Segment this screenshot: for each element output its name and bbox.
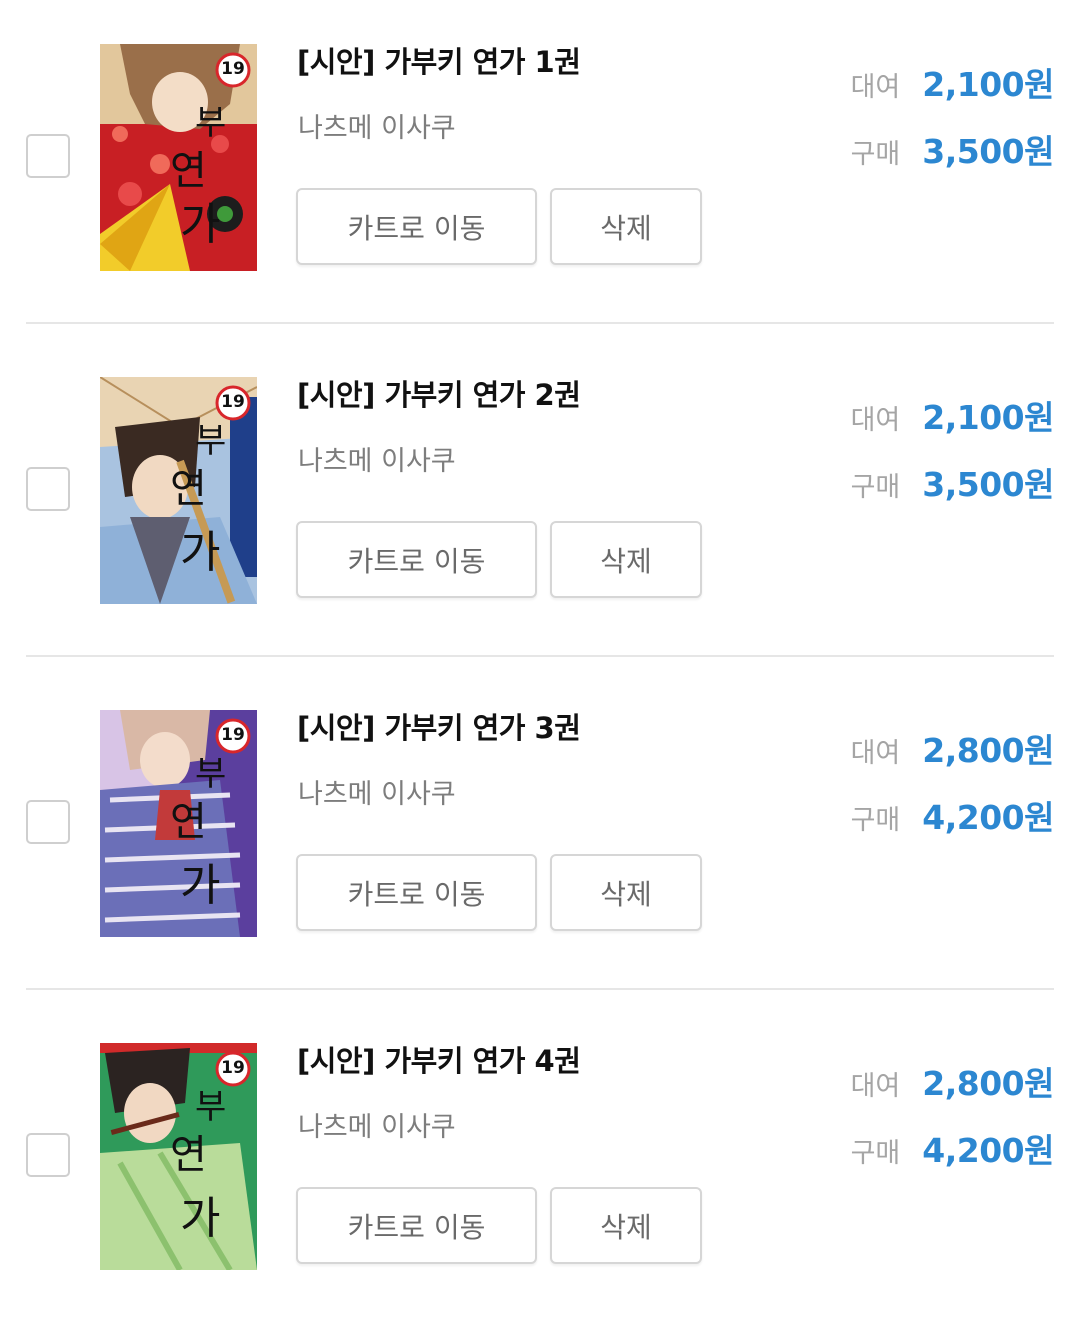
- book-author: 나츠메 이사쿠: [298, 446, 456, 477]
- svg-text:연: 연: [170, 148, 207, 194]
- rent-label: 대여: [850, 738, 901, 769]
- buy-price-row: 구매 3,500원: [850, 125, 1055, 173]
- move-to-cart-button[interactable]: 카트로 이동: [296, 188, 537, 265]
- buy-price: 4,200원: [922, 798, 1054, 837]
- delete-button[interactable]: 삭제: [550, 854, 702, 931]
- rent-price-row: 대여 2,100원: [850, 391, 1055, 439]
- buy-label: 구매: [850, 472, 901, 503]
- age-rating-badge: 19: [221, 725, 245, 745]
- svg-text:부: 부: [195, 421, 226, 461]
- svg-text:연: 연: [170, 1132, 207, 1178]
- item-divider: [26, 988, 1054, 990]
- rent-price: 2,100원: [922, 65, 1054, 104]
- item-divider: [26, 655, 1054, 657]
- buy-label: 구매: [850, 805, 901, 836]
- buy-price: 3,500원: [922, 132, 1054, 171]
- book-title[interactable]: [시안] 가부키 연가 1권: [297, 39, 581, 81]
- delete-button[interactable]: 삭제: [550, 188, 702, 265]
- delete-button[interactable]: 삭제: [550, 521, 702, 598]
- svg-text:부: 부: [195, 1087, 226, 1127]
- book-cover-image[interactable]: 부 연 가 19: [100, 1043, 257, 1270]
- buy-label: 구매: [850, 1138, 901, 1169]
- buy-price: 3,500원: [922, 465, 1054, 504]
- book-cover-image[interactable]: 부 연 가 19: [100, 44, 257, 271]
- buy-price-row: 구매 3,500원: [850, 458, 1055, 506]
- move-to-cart-button[interactable]: 카트로 이동: [296, 521, 537, 598]
- rent-label: 대여: [850, 72, 901, 103]
- move-to-cart-button[interactable]: 카트로 이동: [296, 1187, 537, 1264]
- svg-text:부: 부: [195, 103, 226, 143]
- item-divider: [26, 322, 1054, 324]
- svg-text:가: 가: [180, 1193, 220, 1244]
- book-author: 나츠메 이사쿠: [298, 1112, 456, 1143]
- cart-item: 부 연 가 19 [시안] 가부키 연가 1권 나츠메 이사쿠 카트로 이동 삭…: [0, 0, 1079, 333]
- svg-text:가: 가: [180, 199, 220, 250]
- buy-label: 구매: [850, 139, 901, 170]
- rent-price-row: 대여 2,800원: [850, 1057, 1055, 1105]
- rent-price: 2,800원: [922, 1064, 1054, 1103]
- svg-text:가: 가: [180, 860, 220, 911]
- buy-price: 4,200원: [922, 1131, 1054, 1170]
- book-title[interactable]: [시안] 가부키 연가 2권: [297, 372, 581, 414]
- book-author: 나츠메 이사쿠: [298, 779, 456, 810]
- age-rating-badge: 19: [221, 1058, 245, 1078]
- select-checkbox[interactable]: [26, 1133, 70, 1177]
- svg-text:부: 부: [195, 754, 226, 794]
- svg-text:가: 가: [180, 527, 220, 578]
- select-checkbox[interactable]: [26, 467, 70, 511]
- book-author: 나츠메 이사쿠: [298, 113, 456, 144]
- rent-price-row: 대여 2,800원: [850, 724, 1055, 772]
- age-rating-badge: 19: [221, 59, 245, 79]
- rent-price: 2,100원: [922, 398, 1054, 437]
- select-checkbox[interactable]: [26, 800, 70, 844]
- svg-text:연: 연: [170, 799, 207, 845]
- cart-item: 부 연 가 19 [시안] 가부키 연가 3권 나츠메 이사쿠 카트로 이동 삭…: [0, 666, 1079, 999]
- book-cover-image[interactable]: 부 연 가 19: [100, 710, 257, 937]
- buy-price-row: 구매 4,200원: [850, 791, 1055, 839]
- cart-item: 부 연 가 19 [시안] 가부키 연가 4권 나츠메 이사쿠 카트로 이동 삭…: [0, 999, 1079, 1332]
- rent-price-row: 대여 2,100원: [850, 58, 1055, 106]
- rent-label: 대여: [850, 1071, 901, 1102]
- age-rating-badge: 19: [221, 392, 245, 412]
- move-to-cart-button[interactable]: 카트로 이동: [296, 854, 537, 931]
- book-title[interactable]: [시안] 가부키 연가 4권: [297, 1038, 581, 1080]
- rent-price: 2,800원: [922, 731, 1054, 770]
- buy-price-row: 구매 4,200원: [850, 1124, 1055, 1172]
- book-title[interactable]: [시안] 가부키 연가 3권: [297, 705, 581, 747]
- rent-label: 대여: [850, 405, 901, 436]
- cart-item: 부 연 가 19 [시안] 가부키 연가 2권 나츠메 이사쿠 카트로 이동 삭…: [0, 333, 1079, 666]
- svg-text:연: 연: [170, 466, 207, 512]
- book-cover-image[interactable]: 부 연 가 19: [100, 377, 257, 604]
- select-checkbox[interactable]: [26, 134, 70, 178]
- delete-button[interactable]: 삭제: [550, 1187, 702, 1264]
